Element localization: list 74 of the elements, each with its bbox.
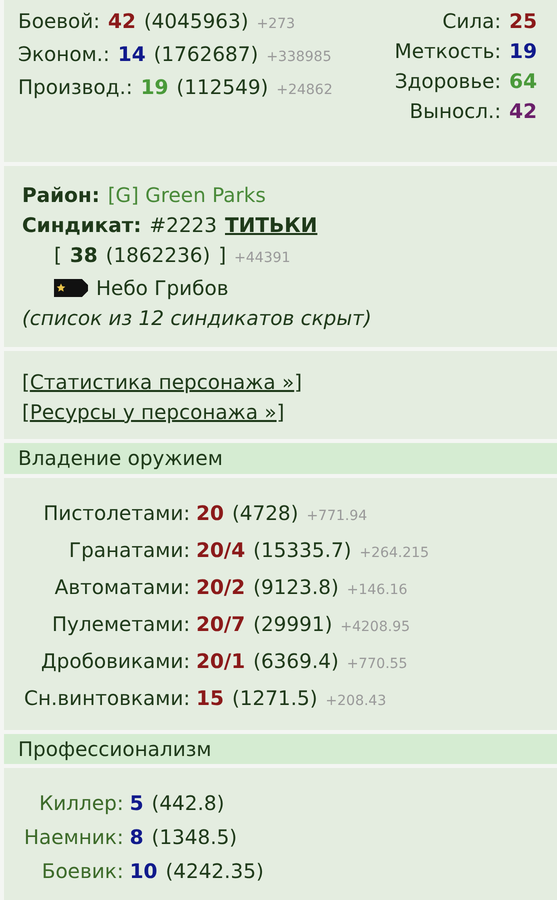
attribute-label: Сила: [442,8,502,35]
syndicate-delta: +44391 [234,249,290,268]
skill-value: 14 [118,41,146,68]
bracket: [ [22,369,30,396]
attribute-label: Меткость: [394,38,502,65]
attribute-label: Выносл.: [409,98,502,125]
profession-total: (1348.5) [152,824,238,851]
skill-value: 19 [140,74,168,101]
syndicate-level: 38 [70,242,98,269]
bracket: [ [22,399,30,426]
section-title: Профессионализм [18,736,212,761]
bracket: ] [276,399,284,426]
weapon-delta: +771.94 [306,506,368,526]
weapon-delta: +146.16 [346,580,408,600]
weapon-total: (15335.7) [253,536,352,564]
character-link[interactable]: Статистика персонажа » [30,367,294,397]
weapon-label: Гранатами: [68,536,190,564]
skill-delta: +273 [256,15,296,34]
weapon-total: (9123.8) [253,574,339,600]
syndicate-number: #2223 [149,212,217,239]
profession-total: (4242.35) [165,858,264,885]
skill-label: Производ.: [18,74,133,101]
weapon-label: Автоматами: [54,574,190,600]
weapon-value: 20/4 [196,536,246,564]
section-title: Владение оружием [18,446,223,470]
syndicate-total: (1862236) [106,242,210,269]
weapon-label: Сн.винтовками: [24,684,190,712]
weapon-delta: +264.215 [359,544,430,562]
weapon-value: 20/2 [196,574,246,600]
weapon-label: Дробовиками: [40,648,190,674]
syndicate-link[interactable]: ТИТЬКИ [225,210,318,240]
weapon-delta: +4208.95 [340,618,410,636]
weapon-label: Пистолетами: [42,500,190,526]
profession-value: 8 [130,824,144,851]
weapon-value: 20/1 [196,648,246,674]
weapon-total: (6369.4) [253,648,339,674]
attribute-label: Здоровье: [394,68,502,95]
weapon-value: 15 [196,684,224,712]
attribute-value: 19 [509,38,537,65]
profession-value: 5 [130,790,144,817]
skill-total: (1762687) [154,41,258,68]
attribute-value: 64 [509,68,537,95]
profession-value: 10 [130,858,158,885]
bracket: ] [218,242,226,269]
skill-label: Эконом.: [18,41,110,68]
weapon-value: 20 [196,500,224,526]
skill-total: (112549) [176,74,268,101]
weapon-delta: +208.43 [326,692,386,710]
profession-label: Наемник: [24,824,124,851]
skill-value: 42 [108,8,136,35]
bracket: ] [294,369,302,396]
weapon-total: (4728) [232,500,298,526]
profession-label: Боевик: [40,858,124,885]
weapon-total: (29991) [253,610,332,638]
bracket: [ [54,242,62,269]
profession-label: Киллер: [38,790,124,817]
weapon-value: 20/7 [196,610,246,638]
skill-label: Боевой: [18,8,100,35]
syndicate-list-note: (список из 12 синдикатов скрыт) [22,306,372,330]
skill-delta: +24862 [276,81,333,100]
weapon-delta: +770.55 [346,654,408,674]
rank-badge-icon [54,279,88,297]
weapon-total: (1271.5) [232,684,318,712]
district-link[interactable]: [G] Green Parks [108,180,266,210]
skill-total: (4045963) [144,8,249,35]
character-link[interactable]: Ресурсы у персонажа » [30,397,277,427]
weapon-label: Пулеметами: [51,610,190,638]
district-label: Район: [22,182,100,209]
skill-delta: +338985 [266,48,332,67]
attribute-value: 25 [509,8,537,35]
profession-total: (442.8) [152,790,224,817]
attribute-value: 42 [509,98,537,125]
rank-name: Небо Грибов [96,275,229,302]
syndicate-label: Синдикат: [22,212,142,239]
